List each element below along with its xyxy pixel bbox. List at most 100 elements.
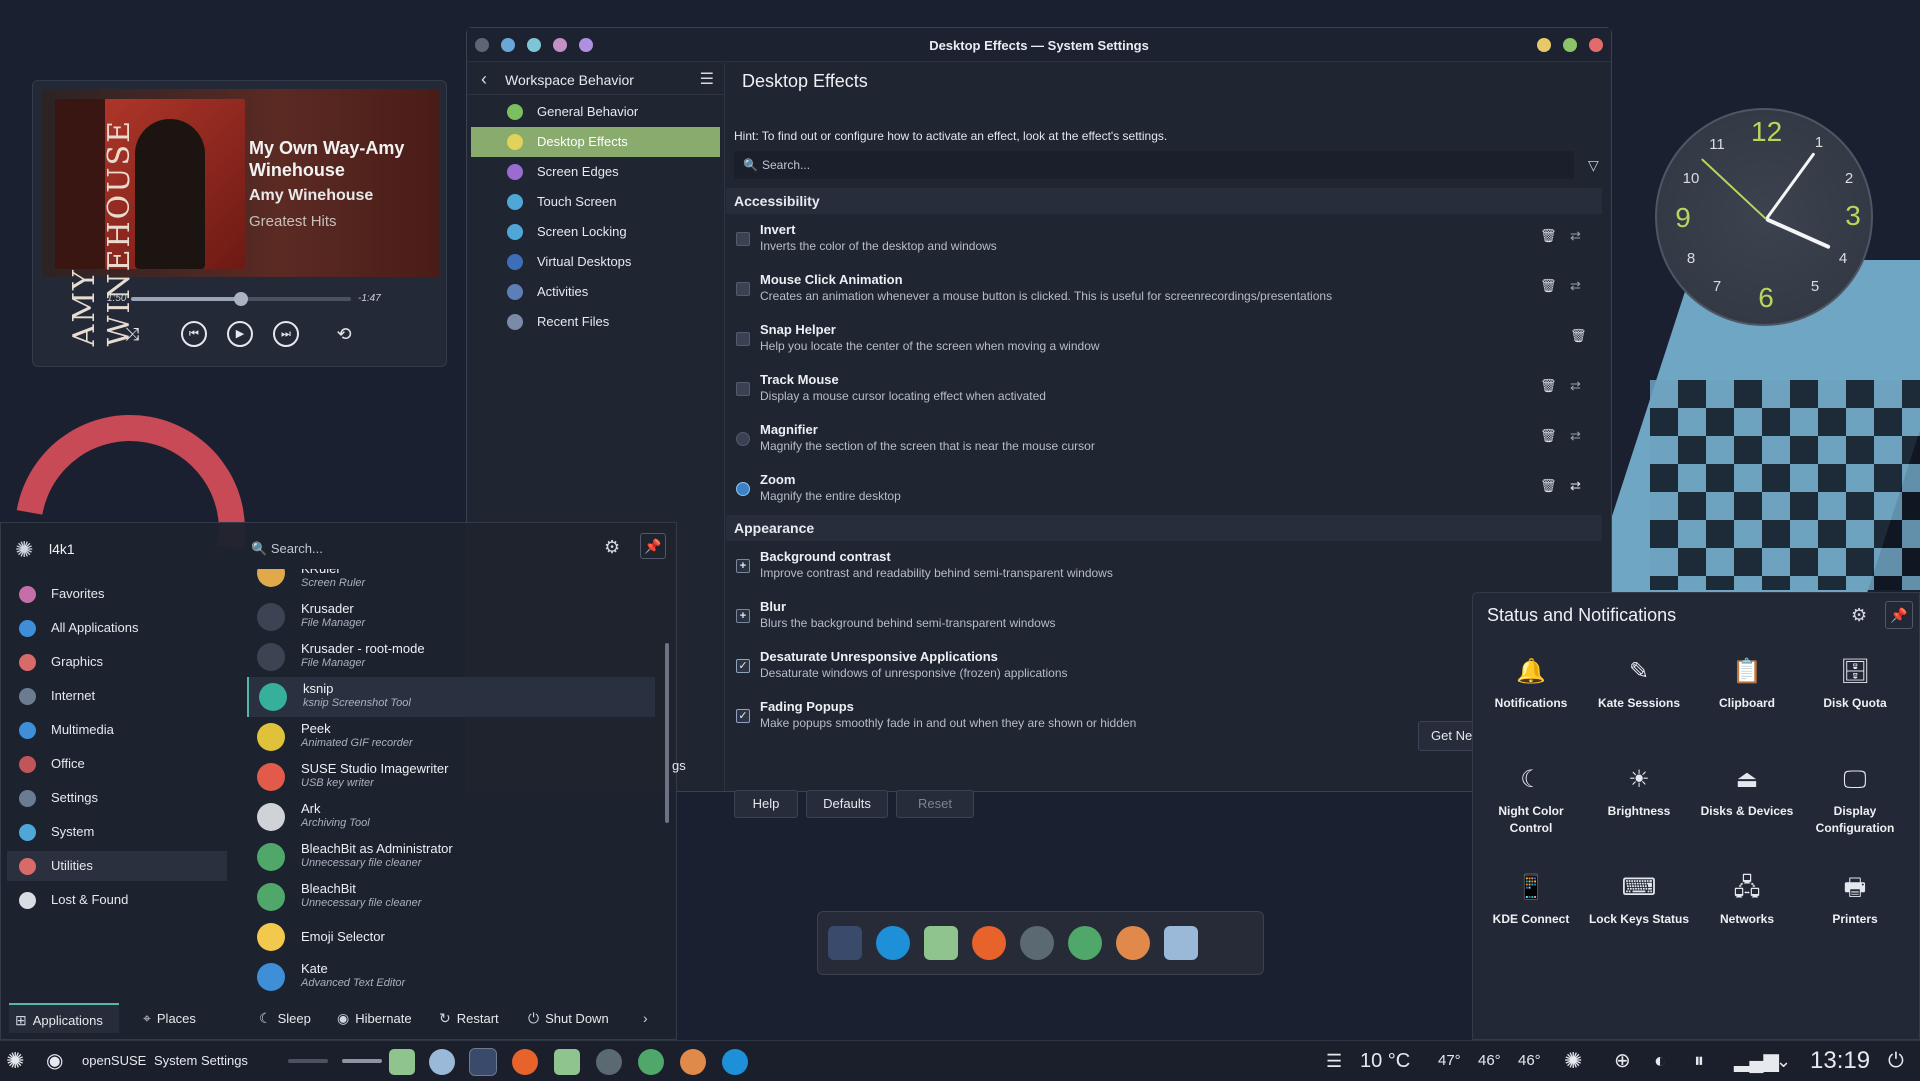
sidebar-item-general-behavior[interactable]: General Behavior	[467, 97, 724, 127]
network-task-icon[interactable]	[429, 1049, 455, 1075]
gear-icon[interactable]: ⚙	[604, 537, 620, 558]
firefox-task-icon[interactable]	[512, 1049, 538, 1075]
opensuse-tray-icon[interactable]: ✺	[1564, 1041, 1582, 1081]
app-list-item[interactable]: Peek Animated GIF recorder	[247, 717, 655, 757]
effect-checkbox[interactable]	[736, 332, 750, 346]
shop-task-icon[interactable]	[722, 1049, 748, 1075]
effect-checkbox[interactable]	[736, 232, 750, 246]
hamburger-menu-icon[interactable]: ☰	[700, 69, 714, 89]
desktop-2[interactable]	[342, 1059, 382, 1063]
desktop-1[interactable]	[288, 1059, 328, 1063]
editor-dock-icon[interactable]	[1116, 926, 1150, 960]
pin-icon[interactable]: 📌	[640, 533, 666, 559]
shuffle-icon[interactable]: ⤨	[119, 321, 145, 347]
applications-tab[interactable]: ⊞ Applications	[9, 1003, 119, 1033]
app-list-item[interactable]: ksnip ksnip Screenshot Tool	[247, 677, 655, 717]
power-icon[interactable]: ⏻	[1888, 1041, 1904, 1081]
system-settings-task-icon[interactable]	[469, 1048, 497, 1076]
repeat-icon[interactable]: ⟲	[331, 321, 357, 347]
hibernate-button[interactable]: ◉ Hibernate	[337, 1003, 412, 1033]
app-list-item[interactable]: Ark Archiving Tool	[247, 797, 655, 837]
configure-effect-icon[interactable]: ⇄	[1570, 378, 1581, 394]
status-tile-lock-keys-status[interactable]: ⌨ Lock Keys Status	[1585, 871, 1693, 928]
status-tile-printers[interactable]: 🖶 Printers	[1801, 871, 1909, 928]
video-demo-icon[interactable]: 🗑	[1540, 278, 1557, 294]
category-settings[interactable]: Settings	[7, 783, 227, 813]
effect-checkbox[interactable]: ✓	[736, 709, 750, 723]
category-internet[interactable]: Internet	[7, 681, 227, 711]
desktop-3[interactable]	[389, 1049, 415, 1075]
update-icon[interactable]: ⊕	[1614, 1041, 1631, 1081]
status-tile-display-configuration[interactable]: 🖵 Display Configuration	[1801, 763, 1909, 837]
places-tab[interactable]: ⌖ Places	[143, 1003, 196, 1033]
firefox-dock-icon[interactable]	[972, 926, 1006, 960]
app-list-item[interactable]: BleachBit as Administrator Unnecessary fi…	[247, 837, 655, 877]
sidebar-item-activities[interactable]: Activities	[467, 277, 724, 307]
get-new-effects-button[interactable]: Get Ne	[1418, 721, 1478, 751]
effect-checkbox[interactable]: ✓	[736, 659, 750, 673]
sidebar-item-screen-locking[interactable]: Screen Locking	[467, 217, 724, 247]
status-tile-kde-connect[interactable]: 📱 KDE Connect	[1477, 871, 1585, 928]
expand-effect-icon[interactable]: +	[736, 609, 750, 623]
sleep-button[interactable]: ☾ Sleep	[259, 1003, 311, 1033]
editor-task-icon[interactable]	[680, 1049, 706, 1075]
shutdown-button[interactable]: ⏻ Shut Down	[528, 1003, 609, 1033]
video-demo-icon[interactable]: 🗑	[1540, 478, 1557, 494]
status-tile-networks[interactable]: 🖧 Networks	[1693, 871, 1801, 928]
category-graphics[interactable]: Graphics	[7, 647, 227, 677]
network-dock-icon[interactable]	[1164, 926, 1198, 960]
status-tile-disk-quota[interactable]: 🗄 Disk Quota	[1801, 655, 1909, 712]
restart-button[interactable]: ↻ Restart	[439, 1003, 499, 1033]
category-all-applications[interactable]: All Applications	[7, 613, 227, 643]
weather-temp[interactable]: 10 °C	[1360, 1041, 1410, 1081]
info-task-icon[interactable]	[596, 1049, 622, 1075]
app-list-scrollbar[interactable]	[665, 643, 669, 823]
category-favorites[interactable]: Favorites	[7, 579, 227, 609]
pin-icon[interactable]: 📌	[1885, 601, 1913, 629]
app-list-item[interactable]: SUSE Studio Imagewriter USB key writer	[247, 757, 655, 797]
help-button[interactable]: Help	[734, 790, 798, 818]
app-list-item[interactable]: Kate Advanced Text Editor	[247, 957, 655, 997]
sidebar-item-recent-files[interactable]: Recent Files	[467, 307, 724, 337]
configure-effect-icon[interactable]: ⇄	[1570, 228, 1581, 244]
category-lost-found[interactable]: Lost & Found	[7, 885, 227, 915]
configure-effect-icon[interactable]: ⇄	[1570, 478, 1581, 494]
bleachbit-task-icon[interactable]	[638, 1049, 664, 1075]
system-settings-dock-icon[interactable]	[828, 926, 862, 960]
app-launcher-icon[interactable]: ✺	[6, 1041, 24, 1081]
sidebar-item-screen-edges[interactable]: Screen Edges	[467, 157, 724, 187]
chevron-down-icon[interactable]: ⌄	[1776, 1041, 1791, 1081]
video-demo-icon[interactable]: 🗑	[1540, 378, 1557, 394]
seek-bar[interactable]	[131, 292, 351, 306]
defaults-button[interactable]: Defaults	[806, 790, 888, 818]
app-list-item[interactable]: Emoji Selector	[247, 917, 655, 957]
status-tile-clipboard[interactable]: 📋 Clipboard	[1693, 655, 1801, 712]
reset-button[interactable]: Reset	[896, 790, 974, 818]
window-titlebar[interactable]: Desktop Effects — System Settings	[467, 28, 1611, 62]
video-demo-icon[interactable]: 🗑	[1540, 428, 1557, 444]
app-list-item[interactable]: Krusader File Manager	[247, 597, 655, 637]
next-track-icon[interactable]: ⏭	[273, 321, 299, 347]
effect-checkbox[interactable]	[736, 282, 750, 296]
video-demo-icon[interactable]: 🗑	[1570, 328, 1587, 344]
info-dock-icon[interactable]	[1020, 926, 1054, 960]
sidebar-item-desktop-effects[interactable]: Desktop Effects	[471, 127, 720, 157]
shop-dock-icon[interactable]	[876, 926, 910, 960]
expand-effect-icon[interactable]: +	[736, 559, 750, 573]
files-dock-icon[interactable]	[924, 926, 958, 960]
category-system[interactable]: System	[7, 817, 227, 847]
more-options-button[interactable]: ›	[643, 1003, 654, 1033]
status-tile-notifications[interactable]: 🔔 Notifications	[1477, 655, 1585, 712]
media-pause-icon[interactable]: ⏸	[1694, 1041, 1704, 1081]
previous-track-icon[interactable]: ⏮	[181, 321, 207, 347]
minimize-button[interactable]	[1537, 38, 1551, 52]
effects-search-input[interactable]: 🔍 Search...	[734, 151, 1574, 179]
category-office[interactable]: Office	[7, 749, 227, 779]
close-button[interactable]	[1589, 38, 1603, 52]
app-list-item[interactable]: KRulerScreen Ruler	[247, 569, 655, 597]
partially-hidden-button[interactable]: gs	[672, 758, 686, 773]
filter-icon[interactable]: ▽	[1588, 157, 1599, 174]
network-signal-icon[interactable]: ▂▄▆	[1734, 1041, 1779, 1081]
back-arrow-icon[interactable]: ‹	[481, 69, 487, 90]
category-utilities[interactable]: Utilities	[7, 851, 227, 881]
